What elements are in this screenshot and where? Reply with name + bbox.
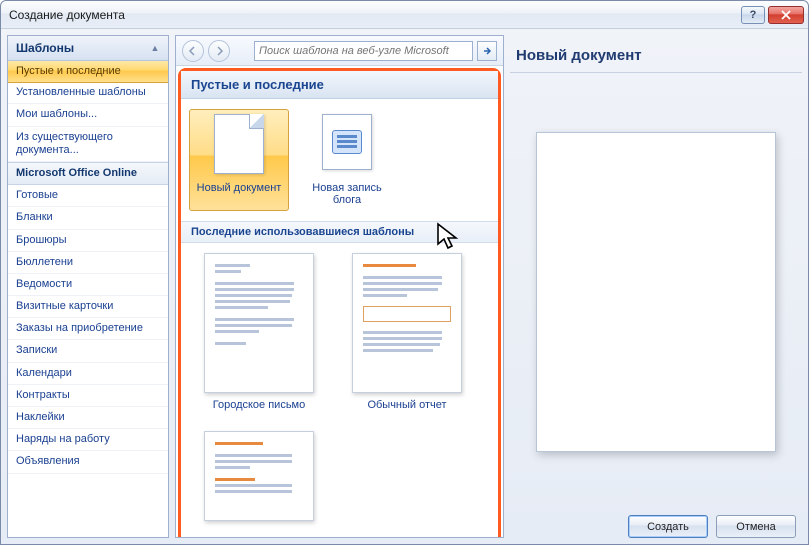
recent-templates-row-2 xyxy=(181,421,498,537)
template-thumbnail xyxy=(352,253,462,393)
template-label: Обычный отчет xyxy=(367,399,446,411)
close-button[interactable] xyxy=(768,6,804,24)
preview-surface xyxy=(510,77,802,507)
template-city-letter[interactable]: Городское письмо xyxy=(189,253,329,411)
template-label: Городское письмо xyxy=(213,399,306,411)
sidebar-item[interactable]: Наряды на работу xyxy=(8,429,168,451)
close-icon xyxy=(781,10,791,20)
chevron-up-icon[interactable]: ▲ xyxy=(148,41,162,55)
sidebar-item[interactable]: Заказы на приобретение xyxy=(8,318,168,340)
template-search-box[interactable] xyxy=(254,41,473,61)
tile-label: Новый документ xyxy=(197,182,282,194)
main-scroll-area[interactable]: Пустые и последние Новый документ xyxy=(176,66,503,537)
blog-post-icon xyxy=(319,114,375,178)
divider xyxy=(510,72,802,73)
sidebar-item-label: Пустые и последние xyxy=(16,65,121,77)
dialog-button-bar: Создать Отмена xyxy=(510,507,802,538)
sidebar-category-office-online: Microsoft Office Online xyxy=(8,162,168,185)
tile-new-blog-post[interactable]: Новая запись блога xyxy=(297,109,397,211)
highlight-frame: Пустые и последние Новый документ xyxy=(178,68,501,537)
sidebar-header-label: Шаблоны xyxy=(16,41,74,55)
sidebar-item-label: Готовые xyxy=(16,189,58,201)
sidebar-item-label: Записки xyxy=(16,344,57,356)
main-toolbar xyxy=(176,36,503,66)
nav-forward-button[interactable] xyxy=(208,40,230,62)
pane-heading: Пустые и последние xyxy=(181,71,498,99)
sidebar-header: Шаблоны ▲ xyxy=(8,36,168,61)
sidebar-item-label: Заказы на приобретение xyxy=(16,322,143,334)
blank-document-icon xyxy=(211,114,267,178)
sidebar-item-installed[interactable]: Установленные шаблоны xyxy=(8,82,168,104)
preview-page-icon xyxy=(536,132,776,452)
button-label: Создать xyxy=(647,521,689,533)
sidebar-item[interactable]: Записки xyxy=(8,340,168,362)
sidebar-item-label: Установленные шаблоны xyxy=(16,86,146,98)
window-title: Создание документа xyxy=(9,8,125,22)
sidebar-item[interactable]: Бюллетени xyxy=(8,252,168,274)
sidebar-item[interactable]: Брошюры xyxy=(8,230,168,252)
template-standard-report[interactable]: Обычный отчет xyxy=(337,253,477,411)
arrow-left-icon xyxy=(188,46,198,56)
sidebar-item-label: Наклейки xyxy=(16,411,65,423)
sidebar-item-label: Мои шаблоны... xyxy=(16,108,97,120)
create-button[interactable]: Создать xyxy=(628,515,708,538)
sidebar-item[interactable]: Календари xyxy=(8,363,168,385)
arrow-right-icon xyxy=(214,46,224,56)
sidebar-item-label: Ведомости xyxy=(16,278,72,290)
dialog-content: Шаблоны ▲ Пустые и последние Установленн… xyxy=(1,29,808,544)
sidebar-item[interactable]: Визитные карточки xyxy=(8,296,168,318)
window-controls: ? xyxy=(741,6,804,24)
tile-new-document[interactable]: Новый документ xyxy=(189,109,289,211)
sidebar-item-label: Наряды на работу xyxy=(16,433,110,445)
sidebar-item[interactable]: Объявления xyxy=(8,451,168,473)
blank-tiles-row: Новый документ Новая запись блога xyxy=(181,99,498,221)
sidebar-item[interactable]: Контракты xyxy=(8,385,168,407)
sidebar-item[interactable]: Ведомости xyxy=(8,274,168,296)
tile-label: Новая запись блога xyxy=(312,182,381,206)
sidebar-item-label: Бюллетени xyxy=(16,256,73,268)
button-label: Отмена xyxy=(736,521,775,533)
help-button[interactable]: ? xyxy=(741,6,765,24)
template-item[interactable] xyxy=(189,431,329,527)
sidebar-item-my-templates[interactable]: Мои шаблоны... xyxy=(8,104,168,126)
sidebar-item-label: Объявления xyxy=(16,455,80,467)
new-document-dialog: Создание документа ? Шаблоны ▲ Пустые и … xyxy=(0,0,809,545)
template-thumbnail xyxy=(204,253,314,393)
sidebar-item-label: Бланки xyxy=(16,211,53,223)
arrow-right-icon xyxy=(482,46,492,56)
sidebar-item-label: Microsoft Office Online xyxy=(16,167,137,179)
sidebar-item-from-existing[interactable]: Из существующего документа... xyxy=(8,127,168,162)
sidebar-item-label: Визитные карточки xyxy=(16,300,113,312)
recent-templates-row: Городское письмо xyxy=(181,243,498,421)
sidebar-item-blank-recent[interactable]: Пустые и последние xyxy=(8,61,168,83)
sidebar-item[interactable]: Бланки xyxy=(8,207,168,229)
sidebar-item[interactable]: Наклейки xyxy=(8,407,168,429)
cancel-button[interactable]: Отмена xyxy=(716,515,796,538)
search-input[interactable] xyxy=(255,45,472,57)
templates-sidebar: Шаблоны ▲ Пустые и последние Установленн… xyxy=(7,35,169,538)
sidebar-item-label: Из существующего документа... xyxy=(16,131,113,156)
preview-title: Новый документ xyxy=(510,39,802,66)
sidebar-list: Пустые и последние Установленные шаблоны… xyxy=(8,61,168,537)
sidebar-item[interactable]: Готовые xyxy=(8,185,168,207)
sidebar-item-label: Контракты xyxy=(16,389,70,401)
templates-main-panel: Пустые и последние Новый документ xyxy=(175,35,504,538)
nav-back-button[interactable] xyxy=(182,40,204,62)
template-thumbnail xyxy=(204,431,314,521)
preview-panel: Новый документ Создать Отмена xyxy=(510,35,802,538)
recent-templates-heading: Последние использовавшиеся шаблоны xyxy=(181,221,498,243)
titlebar: Создание документа ? xyxy=(1,1,808,29)
search-go-button[interactable] xyxy=(477,41,497,61)
sidebar-item-label: Календари xyxy=(16,367,72,379)
sidebar-item-label: Брошюры xyxy=(16,234,67,246)
